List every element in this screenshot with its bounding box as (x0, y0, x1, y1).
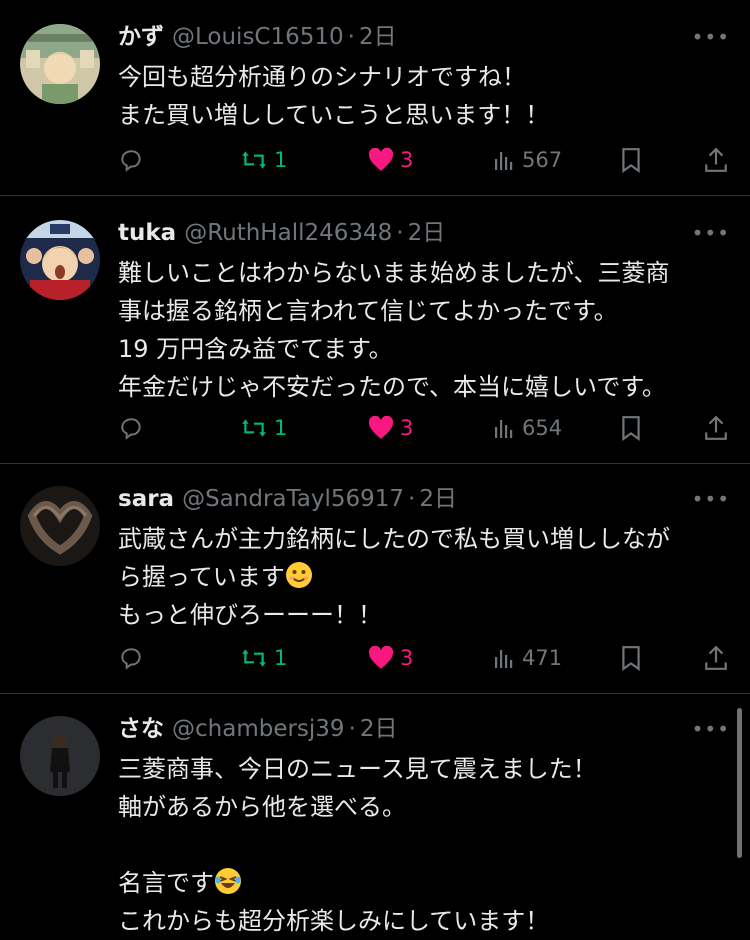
heart-icon (368, 646, 394, 669)
post-text-line: もっと伸びろーーー！！ (118, 601, 382, 629)
timestamp[interactable]: 2日 (360, 716, 398, 742)
reply-icon (121, 150, 141, 172)
share-button[interactable] (704, 144, 728, 176)
post-text-line: 三菱商事、今日のニュース見て震えました！ (118, 755, 597, 783)
action-bar: 1 3 654 (118, 412, 736, 444)
share-button[interactable] (704, 412, 728, 444)
action-bar: 1 3 567 (118, 144, 736, 176)
views-icon (495, 420, 513, 438)
views-icon (495, 650, 513, 668)
post-header: tuka @RuthHall246348 · 2日 ••• (118, 218, 736, 248)
more-icon[interactable]: ••• (692, 22, 730, 52)
retweet-count: 1 (274, 148, 288, 172)
share-button[interactable] (704, 642, 728, 674)
retweet-count: 1 (274, 646, 288, 670)
like-count: 3 (400, 148, 414, 172)
timestamp[interactable]: 2日 (408, 220, 446, 246)
avatar-sana (20, 716, 100, 796)
display-name[interactable]: さな (118, 716, 164, 742)
separator-dot: · (348, 716, 356, 742)
more-icon[interactable]: ••• (692, 714, 730, 744)
post-header: さな @chambersj39 · 2日 ••• (118, 714, 736, 744)
avatar[interactable] (20, 24, 100, 104)
post-sana[interactable]: さな @chambersj39 · 2日 ••• 三菱商事、今日のニュース見て震えまし… (0, 694, 750, 935)
bookmark-icon (622, 416, 640, 441)
reply-button[interactable] (118, 642, 144, 674)
avatar[interactable] (20, 220, 100, 300)
view-count: 567 (522, 148, 563, 172)
user-handle[interactable]: @chambersj39 (172, 716, 345, 742)
action-bar: 1 3 471 (118, 642, 736, 674)
post-text: 三菱商事、今日のニュース見て震えました！ 軸があるから他を選べる。 名言です こ… (118, 750, 736, 940)
reply-icon (121, 648, 141, 670)
separator-dot: · (408, 486, 416, 512)
post-text: 難しいことはわからないまま始めましたが、三菱商 事は握る銘柄と言われて信じてよか… (118, 259, 670, 401)
display-name[interactable]: sara (118, 486, 174, 512)
post-header: sara @SandraTayl56917 · 2日 ••• (118, 484, 736, 514)
more-icon[interactable]: ••• (692, 218, 730, 248)
separator-dot: · (396, 220, 404, 246)
retweet-count: 1 (274, 416, 288, 440)
reply-button[interactable] (118, 144, 144, 176)
heart-icon (368, 148, 394, 171)
user-handle[interactable]: @RuthHall246348 (184, 220, 392, 246)
like-button[interactable]: 3 (368, 144, 413, 176)
avatar-tuka (20, 220, 100, 300)
user-handle[interactable]: @LouisC16510 (172, 24, 344, 50)
bookmark-icon (622, 148, 640, 173)
avatar-kazu (20, 24, 100, 104)
display-name[interactable]: tuka (118, 220, 176, 246)
retweet-icon (242, 649, 266, 667)
user-handle[interactable]: @SandraTayl56917 (182, 486, 404, 512)
retweet-button[interactable]: 1 (240, 144, 287, 176)
reply-icon (121, 418, 141, 440)
post-text-line: ら握っています (118, 563, 285, 591)
retweet-icon (242, 151, 266, 169)
post-tuka[interactable]: tuka @RuthHall246348 · 2日 ••• 難しいことはわからないまま… (0, 196, 750, 464)
avatar-sara (20, 486, 100, 566)
post-text-line: 軸があるから他を選べる。 (118, 793, 406, 821)
post-header: かず @LouisC16510 · 2日 ••• (118, 22, 736, 52)
views-button[interactable]: 654 (494, 412, 562, 444)
like-count: 3 (400, 646, 414, 670)
avatar[interactable] (20, 716, 100, 796)
post-kazu[interactable]: かず @LouisC16510 · 2日 ••• 今回も超分析通りのシナリオですね！ … (0, 0, 750, 196)
like-button[interactable]: 3 (368, 642, 413, 674)
display-name[interactable]: かず (118, 24, 164, 50)
separator-dot: · (347, 24, 355, 50)
avatar[interactable] (20, 486, 100, 566)
retweet-icon (242, 419, 266, 437)
view-count: 654 (522, 416, 563, 440)
post-text: 今回も超分析通りのシナリオですね！ また買い増ししていこうと思います！！ (118, 63, 550, 129)
reply-button[interactable] (118, 412, 144, 444)
view-count: 471 (522, 646, 563, 670)
more-icon[interactable]: ••• (692, 484, 730, 514)
views-button[interactable]: 471 (494, 642, 562, 674)
post-sara[interactable]: sara @SandraTayl56917 · 2日 ••• 武蔵さんが主力銘柄にした… (0, 464, 750, 694)
post-text-line: 名言です (118, 869, 214, 897)
laughing-emoji (215, 868, 241, 894)
timestamp[interactable]: 2日 (419, 486, 457, 512)
post-text-line: 武蔵さんが主力銘柄にしたので私も買い増ししなが (118, 525, 670, 553)
post-text: 武蔵さんが主力銘柄にしたので私も買い増ししなが ら握っています もっと伸びろーー… (118, 520, 736, 634)
smile-emoji (285, 562, 312, 588)
views-icon (495, 152, 513, 170)
share-icon (705, 645, 727, 670)
timestamp[interactable]: 2日 (359, 24, 397, 50)
bookmark-button[interactable] (620, 412, 642, 444)
heart-icon (368, 416, 394, 439)
bookmark-button[interactable] (620, 144, 642, 176)
post-text-line: これからも超分析楽しみにしています！ (118, 907, 550, 935)
views-button[interactable]: 567 (494, 144, 562, 176)
retweet-button[interactable]: 1 (240, 642, 287, 674)
bookmark-button[interactable] (620, 642, 642, 674)
retweet-button[interactable]: 1 (240, 412, 287, 444)
like-button[interactable]: 3 (368, 412, 413, 444)
like-count: 3 (400, 416, 414, 440)
share-icon (705, 147, 727, 172)
scrollbar[interactable] (737, 708, 742, 858)
bookmark-icon (622, 646, 640, 671)
share-icon (705, 415, 727, 440)
